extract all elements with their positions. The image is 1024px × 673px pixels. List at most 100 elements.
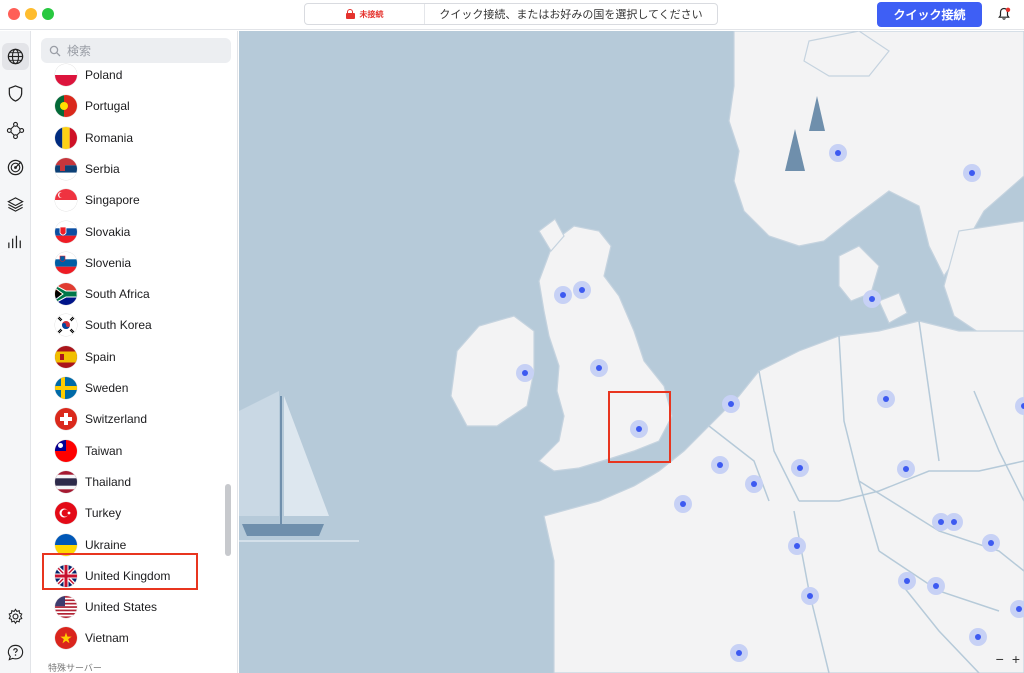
country-item-taiwan[interactable]: Taiwan (32, 436, 230, 466)
turkey-flag-icon (55, 502, 77, 525)
server-location-dot[interactable] (951, 519, 957, 525)
country-item-singapore[interactable]: Singapore (32, 185, 230, 215)
uk-row-highlight (42, 553, 198, 590)
rail-layers-button[interactable] (2, 191, 29, 218)
serbia-flag-icon (55, 157, 77, 180)
special-servers-label: 特殊サーバー (48, 663, 102, 673)
meshnet-icon (6, 121, 25, 140)
quick-connect-button[interactable]: クイック接続 (877, 2, 982, 27)
country-item-united-states[interactable]: United States (32, 592, 230, 622)
south-africa-flag-icon (55, 283, 77, 306)
country-name: Sweden (85, 381, 129, 395)
sidebar-scrollbar[interactable] (225, 484, 231, 556)
country-name: Turkey (85, 506, 122, 521)
server-location-dot[interactable] (794, 543, 800, 549)
singapore-flag-icon (55, 189, 77, 212)
server-location-dot[interactable] (975, 634, 981, 640)
help-icon (7, 644, 24, 661)
country-item-turkey[interactable]: Turkey (32, 498, 230, 528)
rail-meshnet-button[interactable] (2, 117, 29, 144)
server-location-dot[interactable] (717, 462, 723, 468)
rail-stats-button[interactable] (2, 228, 29, 255)
country-item-sweden[interactable]: Sweden (32, 373, 230, 403)
server-map[interactable]: − + (239, 31, 1024, 673)
united-states-flag-icon (55, 596, 77, 619)
country-item-south-korea[interactable]: South Korea (32, 310, 230, 340)
minimize-window-button[interactable] (25, 8, 37, 20)
connection-status: 未接続 (305, 4, 425, 24)
sweden-flag-icon (55, 377, 77, 399)
close-window-button[interactable] (8, 8, 20, 20)
notification-bell-icon[interactable] (997, 7, 1011, 21)
country-item-vietnam[interactable]: Vietnam (32, 623, 230, 653)
rail-help-button[interactable] (2, 639, 29, 666)
search-icon (49, 45, 61, 56)
stats-icon (8, 235, 21, 249)
server-location-dot[interactable] (522, 370, 528, 376)
title-bar: 未接続 クイック接続、またはお好みの国を選択してください クイック接続 (0, 0, 1024, 30)
thailand-flag-icon (55, 470, 77, 493)
country-item-portugal[interactable]: Portugal (32, 91, 230, 121)
country-item-slovenia[interactable]: Slovenia (32, 248, 230, 278)
country-item-romania[interactable]: Romania (32, 123, 230, 153)
europe-map (239, 31, 1024, 673)
server-location-dot[interactable] (835, 150, 841, 156)
search-input[interactable] (67, 43, 217, 58)
server-location-dot[interactable] (869, 296, 875, 302)
server-location-dot[interactable] (938, 519, 944, 525)
country-name: Slovakia (85, 224, 131, 239)
country-item-switzerland[interactable]: Switzerland (32, 404, 230, 434)
status-message: クイック接続、またはお好みの国を選択してください (439, 9, 703, 21)
sailboat-illustration (239, 391, 359, 542)
globe-icon (7, 48, 24, 65)
rail-settings-button[interactable] (2, 603, 29, 630)
server-location-dot[interactable] (1016, 606, 1022, 612)
server-location-dot[interactable] (883, 396, 889, 402)
navigation-rail (0, 31, 31, 673)
server-location-dot[interactable] (903, 466, 909, 472)
country-item-poland[interactable]: Poland (32, 60, 230, 90)
country-name: United States (85, 600, 158, 615)
taiwan-flag-icon (55, 439, 77, 462)
country-name: Portugal (85, 99, 130, 114)
country-name: Singapore (85, 193, 140, 208)
country-name: Romania (85, 130, 134, 145)
spain-flag-icon (55, 345, 77, 368)
portugal-flag-icon (55, 95, 77, 118)
poland-flag-icon (55, 64, 77, 86)
server-location-dot[interactable] (988, 540, 994, 546)
slovenia-flag-icon (55, 251, 77, 274)
server-location-dot[interactable] (797, 465, 803, 471)
country-item-slovakia[interactable]: Slovakia (32, 217, 230, 247)
country-name: Spain (85, 349, 116, 364)
status-label: 未接続 (359, 9, 384, 19)
settings-icon (8, 608, 23, 625)
country-item-serbia[interactable]: Serbia (32, 154, 230, 184)
country-item-spain[interactable]: Spain (32, 342, 230, 372)
vietnam-flag-icon (55, 627, 77, 650)
server-location-dot[interactable] (560, 292, 566, 298)
zoom-out-button[interactable]: − (996, 651, 1004, 667)
connection-status-bar: 未接続 クイック接続、またはお好みの国を選択してください (304, 3, 718, 25)
server-location-dot[interactable] (933, 583, 939, 589)
server-location-dot[interactable] (969, 170, 975, 176)
romania-flag-icon (55, 126, 77, 149)
server-location-dot[interactable] (904, 578, 910, 584)
server-location-dot[interactable] (807, 593, 813, 599)
zoom-in-button[interactable]: + (1012, 651, 1020, 667)
server-location-dot[interactable] (680, 501, 686, 507)
server-location-dot[interactable] (596, 365, 602, 371)
rail-shield-button[interactable] (2, 80, 29, 107)
switzerland-flag-icon (55, 408, 77, 431)
country-name: Vietnam (85, 631, 129, 646)
zoom-window-button[interactable] (42, 8, 54, 20)
country-item-south-africa[interactable]: South Africa (32, 279, 230, 309)
server-location-dot[interactable] (736, 650, 742, 656)
server-location-dot[interactable] (728, 401, 734, 407)
rail-threat-button[interactable] (2, 154, 29, 181)
server-location-dot[interactable] (751, 481, 757, 487)
unlocked-icon (345, 9, 355, 19)
server-location-dot[interactable] (579, 287, 585, 293)
country-item-thailand[interactable]: Thailand (32, 467, 230, 497)
rail-globe-button[interactable] (2, 43, 29, 70)
